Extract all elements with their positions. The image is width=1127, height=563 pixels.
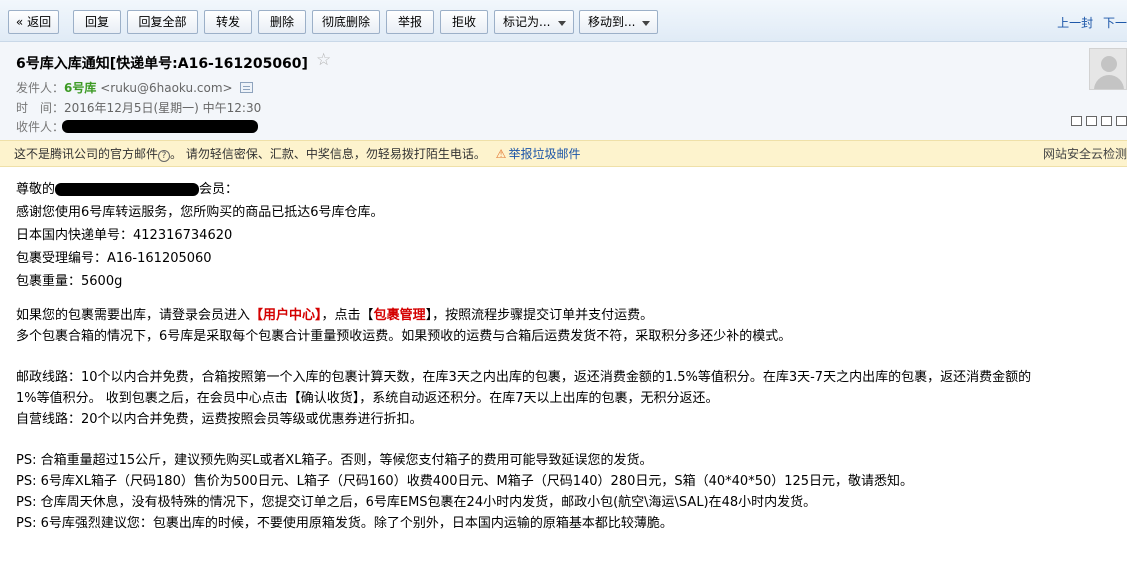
reply-all-button[interactable]: 回复全部 <box>127 10 198 34</box>
mail-toolbar: « 返回 回复 回复全部 转发 删除 彻底删除 举报 拒收 标记为... 移动到… <box>0 0 1127 42</box>
chevron-down-icon <box>642 21 650 26</box>
next-mail-link[interactable]: 下一 <box>1103 16 1127 30</box>
salutation: 尊敬的 会员： <box>16 178 1124 201</box>
instruction-text: ，点击 <box>321 308 361 323</box>
chevron-down-icon <box>558 21 566 26</box>
mail-header: 6号库入库通知[快递单号:A16-161205060] ☆ 发件人：6号库 <r… <box>0 42 1127 140</box>
bracket-open: 【 <box>360 308 374 323</box>
user-center-link[interactable]: 【用户中心】 <box>250 308 322 323</box>
report-button[interactable]: 举报 <box>386 10 434 34</box>
help-icon[interactable]: ? <box>158 150 171 162</box>
ps-line-1: PS: 合箱重量超过15公斤，建议预先购买L或者XL箱子。否则，等候您支付箱子的… <box>16 453 653 468</box>
ps-line-4: PS: 6号库强烈建议您：包裹出库的时候，不要使用原箱发货。除了个别外，日本国内… <box>16 516 673 531</box>
warning-text: 这不是腾讯公司的官方邮件 <box>14 147 159 161</box>
mail-body: 尊敬的 会员： 感谢您使用6号库转运服务，您所购买的商品已抵达6号库仓库。 日本国… <box>16 178 1124 534</box>
copy-icon[interactable] <box>1086 115 1097 126</box>
delete-forever-button[interactable]: 彻底删除 <box>312 10 380 34</box>
postal-route-line-1: 邮政线路：10个以内合并免费，合箱按照第一个入库的包裹计算天数，在库3天之内出库… <box>16 370 1032 385</box>
sender-label: 发件人： <box>16 81 65 95</box>
header-tools <box>1067 113 1127 127</box>
package-weight-line: 包裹重量：5600g <box>16 274 123 289</box>
sender-name[interactable]: 6号库 <box>64 81 96 95</box>
redacted-member-name <box>55 183 200 196</box>
reject-button[interactable]: 拒收 <box>440 10 488 34</box>
star-icon[interactable]: ☆ <box>316 50 331 70</box>
self-route-line: 自营线路：20个以内合并免费，运费按照会员等级或优惠券进行折扣。 <box>16 412 423 427</box>
print-icon[interactable] <box>1101 115 1112 126</box>
mark-as-label: 标记为... <box>503 15 551 29</box>
safety-warning-bar: 这不是腾讯公司的官方邮件?。 请勿轻信密保、汇款、中奖信息，勿轻易拨打陌生电话。… <box>0 140 1127 167</box>
back-button[interactable]: « 返回 <box>8 10 59 34</box>
sender-address[interactable]: <ruku@6haoku.com> <box>100 81 232 95</box>
salutation-pre: 尊敬的 <box>16 182 56 197</box>
new-window-icon[interactable] <box>1071 115 1082 126</box>
time-row: 时 间：2016年12月5日(星期一) 中午12:30 <box>16 99 261 116</box>
recipient-row: 收件人： <box>16 118 64 135</box>
security-check-link[interactable]: 网站安全云检测 <box>1043 141 1127 167</box>
time-value: 2016年12月5日(星期一) 中午12:30 <box>64 101 262 115</box>
tracking-number-line: 日本国内快递单号：412316734620 <box>16 228 233 243</box>
time-label: 时 间： <box>16 101 65 115</box>
checkout-instructions: 如果您的包裹需要出库，请登录会员进入【用户中心】，点击【包裹管理】，按照流程步骤… <box>16 305 1124 326</box>
avatar-head <box>1101 56 1117 72</box>
mail-subject: 6号库入库通知[快递单号:A16-161205060] <box>16 56 308 72</box>
instruction-text: ，按照流程步骤提交订单并支付运费。 <box>432 308 654 323</box>
move-to-dropdown[interactable]: 移动到... <box>579 10 658 34</box>
instruction-text: 如果您的包裹需要出库，请登录会员进入 <box>16 308 251 323</box>
warning-text-group: 这不是腾讯公司的官方邮件?。 请勿轻信密保、汇款、中奖信息，勿轻易拨打陌生电话。… <box>14 141 580 167</box>
redacted-recipient <box>62 120 258 133</box>
forward-button[interactable]: 转发 <box>204 10 252 34</box>
report-spam-label: 举报垃圾邮件 <box>508 147 581 161</box>
contact-card-icon[interactable] <box>240 82 254 93</box>
avatar-body <box>1094 75 1124 89</box>
prev-mail-link[interactable]: 上一封 <box>1057 16 1093 30</box>
merge-policy-line: 多个包裹合箱的情况下，6号库是采取每个包裹合计重量预收运费。如果预收的运费与合箱… <box>16 329 792 344</box>
move-to-label: 移动到... <box>588 15 636 29</box>
more-icon[interactable] <box>1116 115 1127 126</box>
warning-advice: 。 请勿轻信密保、汇款、中奖信息，勿轻易拨打陌生电话。 <box>170 147 486 161</box>
report-spam-link[interactable]: ⚠ 举报垃圾邮件 <box>496 147 581 161</box>
reply-button[interactable]: 回复 <box>73 10 121 34</box>
sender-row: 发件人：6号库 <ruku@6haoku.com> <box>16 79 254 96</box>
mark-as-dropdown[interactable]: 标记为... <box>494 10 574 34</box>
ps-line-3: PS: 仓库周天休息，没有极特殊的情况下，您提交订单之后，6号库EMS包裹在24… <box>16 495 817 510</box>
delete-button[interactable]: 删除 <box>258 10 306 34</box>
recipient-label: 收件人： <box>16 120 65 134</box>
salutation-post: 会员： <box>199 182 239 197</box>
package-id-line: 包裹受理编号：A16-161205060 <box>16 251 212 266</box>
ps-line-2: PS: 6号库XL箱子（尺码180）售价为500日元、L箱子（尺码160）收费4… <box>16 474 914 489</box>
thanks-line: 感谢您使用6号库转运服务，您所购买的商品已抵达6号库仓库。 <box>16 205 384 220</box>
postal-route-line-2: 1%等值积分。 收到包裹之后，在会员中心点击【确认收货】，系统自动返还积分。在库… <box>16 391 719 406</box>
avatar-icon[interactable] <box>1089 48 1127 90</box>
alert-icon: ⚠ <box>495 147 507 161</box>
package-manage-link[interactable]: 包裹管理 <box>374 308 426 323</box>
mail-nav-links: 上一封 下一 <box>1051 14 1127 31</box>
